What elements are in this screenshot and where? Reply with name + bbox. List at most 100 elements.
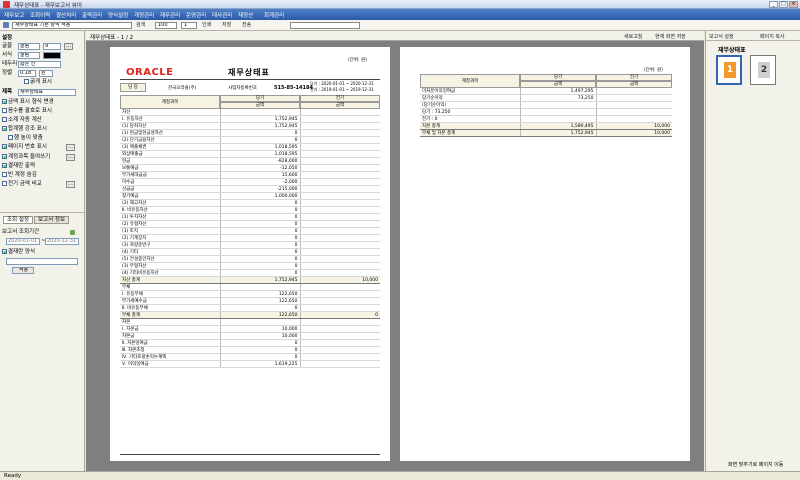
previous-amount-cell: 10,000: [595, 122, 672, 131]
previous-amount-cell: 0: [299, 311, 380, 320]
menu-item[interactable]: 재정산: [238, 11, 253, 19]
format-select[interactable]: 굴림: [18, 52, 40, 59]
checkbox[interactable]: [2, 172, 7, 177]
find-button[interactable]: 검색: [136, 22, 145, 29]
checkbox[interactable]: [8, 135, 13, 140]
border-select[interactable]: 얇은 선: [18, 61, 61, 68]
menu-item[interactable]: 조회이력: [30, 11, 50, 19]
checkbox[interactable]: [24, 79, 29, 84]
title-input[interactable]: 재무상태표: [18, 89, 76, 96]
color-swatch[interactable]: [43, 52, 61, 59]
more-button[interactable]: …: [66, 144, 75, 151]
account-cell: (2) 재고자산: [120, 199, 220, 208]
menu-item[interactable]: 대사관리: [212, 11, 232, 19]
tab-query-settings[interactable]: 조회 설정: [3, 216, 33, 224]
table-row: 부가세대급금 15,600: [120, 171, 380, 180]
bold-option[interactable]: 굵게 표시: [24, 79, 52, 86]
previous-amount-cell: [595, 108, 672, 117]
current-amount-cell: -2,000: [219, 178, 300, 187]
account-cell: Ⅱ. 자본잉여금: [120, 339, 220, 348]
check-option[interactable]: 음수를 괄호로 표시: [2, 108, 52, 115]
check-option[interactable]: 페이지 번호 표시: [2, 144, 47, 151]
checkbox[interactable]: [2, 144, 7, 149]
home-icon[interactable]: [3, 22, 9, 28]
table-row: (1) 투자자산 0: [120, 213, 380, 222]
divider: [120, 454, 380, 455]
zoom-input[interactable]: 100: [155, 22, 177, 29]
menu-item[interactable]: 출력관리: [82, 11, 102, 19]
tab-report-info[interactable]: 보고서 정보: [34, 216, 70, 224]
thumbnail-page-1[interactable]: 1: [716, 55, 742, 85]
search-input[interactable]: [290, 22, 360, 29]
menu-item[interactable]: 운영관리: [186, 11, 206, 19]
account-cell: (3) 매출채권: [120, 143, 220, 152]
check-option[interactable]: 소계 자동 계산: [2, 117, 42, 124]
more-button[interactable]: …: [66, 181, 75, 188]
sign-select[interactable]: [6, 258, 78, 265]
check-option[interactable]: 금액 표시 형식 변경: [2, 99, 54, 106]
bold-option-label: 굵게 표시: [30, 79, 52, 85]
table-row: (1) 토지 0: [120, 227, 380, 236]
more-button[interactable]: …: [66, 154, 75, 161]
checkbox[interactable]: [2, 154, 7, 159]
border-label: 테두리: [2, 61, 18, 67]
fit-page-link[interactable]: 화면 맞추기로 페이지 이동: [728, 461, 783, 468]
check-option[interactable]: 행 높이 맞춤: [8, 135, 43, 142]
current-amount-cell: -215,000: [219, 185, 300, 194]
thumbnail-page-2[interactable]: 2: [750, 55, 776, 85]
checkbox[interactable]: [2, 126, 7, 131]
previous-amount-cell: [299, 269, 380, 278]
checkbox[interactable]: [2, 163, 7, 168]
current-amount-cell: 122,650: [219, 297, 300, 306]
menu-item[interactable]: 재무관리: [160, 11, 180, 19]
align-input[interactable]: 0.18: [18, 70, 36, 77]
more-button[interactable]: …: [64, 43, 73, 50]
check-option-label: 소계 자동 계산: [8, 117, 42, 123]
current-amount-cell: 1,752,945: [219, 115, 300, 124]
table-row: 자본 총계 1,580,495 10,000: [420, 122, 672, 131]
account-cell: 정기예금: [120, 192, 220, 201]
check-option[interactable]: 합계행 강조 표시: [2, 126, 47, 133]
checkbox[interactable]: [2, 181, 7, 186]
current-amount-cell: 1,000,000: [219, 192, 300, 201]
thumb-number: 2: [758, 62, 770, 78]
account-cell: Ⅱ. 비유동자산: [120, 206, 220, 215]
date-to-input[interactable]: 2020-12-31: [45, 238, 79, 245]
copy-page-button[interactable]: 페이지 복사: [760, 33, 785, 40]
maximize-button[interactable]: □: [779, 1, 788, 8]
account-cell: 부채 총계: [120, 311, 220, 320]
template-select[interactable]: 재무상태표 기본 양식 적용: [12, 22, 132, 29]
unit-select[interactable]: 원: [39, 70, 53, 77]
menu-item[interactable]: 재무보고: [4, 11, 24, 19]
check-option[interactable]: 빈 계정 숨김: [2, 172, 37, 179]
save-view-button[interactable]: 현재 화면 저장: [655, 33, 686, 40]
refresh-button[interactable]: 새로고침: [624, 33, 642, 40]
account-cell: Ⅴ. 이익잉여금: [120, 360, 220, 369]
date-from-input[interactable]: 2020-01-01: [6, 238, 40, 245]
menu-item[interactable]: 결산처리: [56, 11, 76, 19]
calendar-icon[interactable]: [70, 230, 75, 235]
minimize-button[interactable]: _: [769, 1, 778, 8]
font-select[interactable]: 굴림: [18, 43, 40, 50]
send-button[interactable]: 전송: [242, 22, 251, 29]
check-option-label: 전기 금액 비교: [8, 181, 42, 187]
checkbox[interactable]: [2, 99, 7, 104]
report-settings-button[interactable]: 보고서 설정: [709, 33, 734, 40]
close-button[interactable]: ×: [789, 1, 798, 8]
sign-option[interactable]: 결재란 양식: [2, 249, 35, 256]
print-button[interactable]: 인쇄: [202, 22, 211, 29]
menu-item[interactable]: 양식설정: [108, 11, 128, 19]
check-option[interactable]: 결재란 출력: [2, 163, 35, 170]
menu-item[interactable]: 개정관리: [134, 11, 154, 19]
check-option[interactable]: 계정과목 들여쓰기: [2, 154, 50, 161]
page-input[interactable]: 1: [181, 22, 197, 29]
font-size-select[interactable]: 9: [43, 43, 61, 50]
checkbox[interactable]: [2, 249, 7, 254]
check-option[interactable]: 전기 금액 비교: [2, 181, 42, 188]
menu-item[interactable]: 회계관리: [264, 11, 284, 19]
save-button[interactable]: 저장: [222, 22, 231, 29]
apply-button[interactable]: 적용: [12, 267, 34, 274]
col-account: 계정과목: [120, 95, 220, 109]
checkbox[interactable]: [2, 108, 7, 113]
checkbox[interactable]: [2, 117, 7, 122]
